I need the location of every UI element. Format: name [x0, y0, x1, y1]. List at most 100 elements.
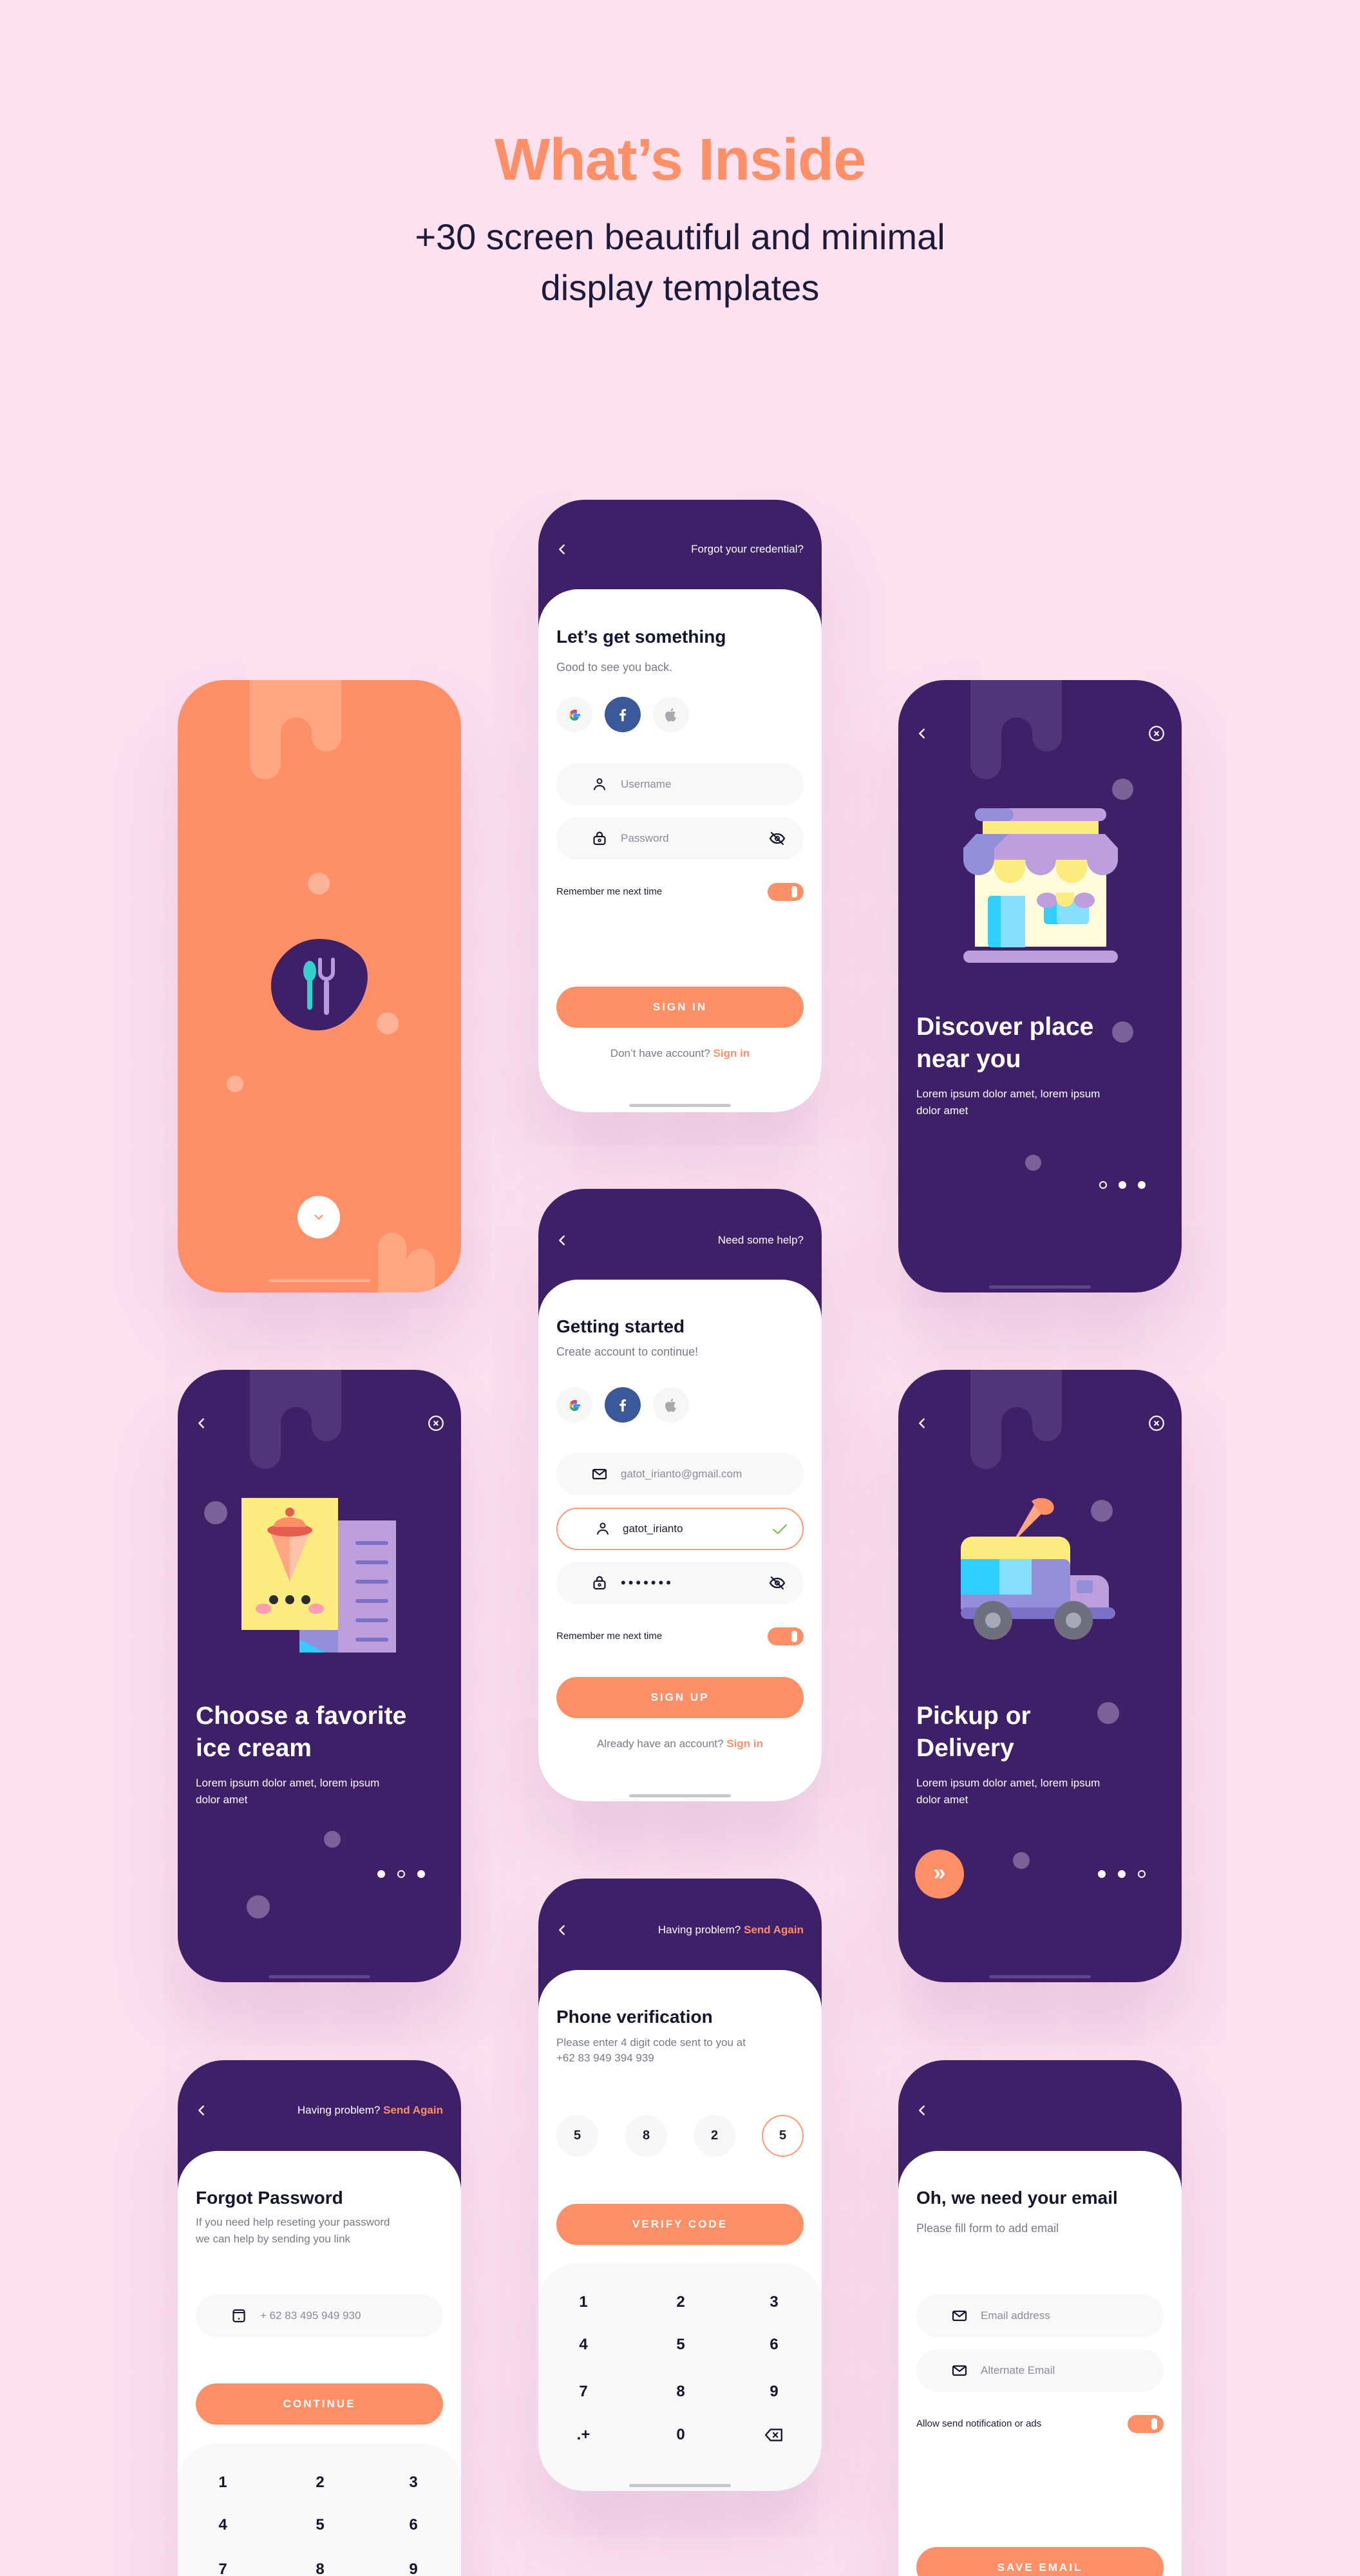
keypad-key[interactable]: 2 — [655, 2289, 706, 2315]
keypad-key[interactable]: 4 — [558, 2332, 609, 2358]
page-dot[interactable] — [1098, 1870, 1106, 1878]
keypad-key[interactable]: 6 — [748, 2332, 800, 2358]
alternate-email-input[interactable] — [981, 2349, 1129, 2392]
keypad-key[interactable]: 9 — [748, 2379, 800, 2405]
back-icon[interactable] — [555, 1233, 569, 1247]
keypad-key[interactable]: 3 — [388, 2470, 439, 2496]
keypad-key[interactable]: 7 — [197, 2557, 249, 2576]
facebook-button[interactable] — [605, 1387, 641, 1423]
forgot-title: Forgot Password — [196, 2188, 343, 2208]
page-dot-active[interactable] — [397, 1870, 405, 1878]
close-icon[interactable] — [1148, 725, 1165, 742]
close-icon[interactable] — [428, 1415, 444, 1432]
back-icon[interactable] — [915, 726, 929, 741]
close-icon[interactable] — [1148, 1415, 1165, 1432]
back-icon[interactable] — [194, 1416, 209, 1430]
remember-toggle[interactable] — [768, 883, 804, 901]
back-icon[interactable] — [555, 542, 569, 556]
allow-notification-label: Allow send notification or ads — [916, 2418, 1042, 2429]
back-icon[interactable] — [915, 2103, 929, 2117]
send-again-link[interactable]: Send Again — [744, 1924, 804, 1936]
remember-toggle[interactable] — [768, 1627, 804, 1645]
forgot-credential-link[interactable]: Forgot your credential? — [691, 542, 804, 556]
eye-off-icon[interactable] — [769, 1575, 786, 1591]
email-title: Oh, we need your email — [916, 2188, 1118, 2208]
keypad-key[interactable]: 7 — [558, 2379, 609, 2405]
code-digit[interactable]: 5 — [556, 2115, 598, 2157]
home-indicator — [269, 1279, 370, 1282]
password-input[interactable] — [621, 817, 769, 860]
keypad-key[interactable]: 8 — [294, 2557, 346, 2576]
password-input[interactable] — [621, 1562, 769, 1604]
keypad-key[interactable]: 4 — [197, 2512, 249, 2538]
onboarding-pickup-screen: Pickup or Delivery Lorem ipsum dolor ame… — [898, 1370, 1182, 1982]
back-icon[interactable] — [194, 2103, 209, 2117]
google-icon — [567, 707, 582, 723]
eye-off-icon[interactable] — [769, 831, 786, 846]
keypad-key[interactable]: 2 — [294, 2470, 346, 2496]
facebook-icon — [614, 1397, 631, 1414]
having-problem-text: Having problem? Send Again — [298, 2103, 443, 2117]
need-help-link[interactable]: Need some help? — [718, 1233, 804, 1247]
keypad-key[interactable]: 3 — [748, 2289, 800, 2315]
mail-icon — [952, 2308, 967, 2324]
verify-code-button[interactable]: VERIFY CODE — [556, 2204, 804, 2245]
email-input[interactable] — [621, 1453, 769, 1495]
splash-screen — [178, 680, 461, 1293]
allow-notification-toggle[interactable] — [1128, 2415, 1164, 2433]
mail-icon — [952, 2363, 967, 2378]
forgot-card: Forgot Password If you need help resetin… — [178, 2151, 461, 2576]
page-dot[interactable] — [377, 1870, 385, 1878]
signin-screen: Forgot your credential? Let’s get someth… — [538, 500, 822, 1112]
home-indicator — [269, 1975, 370, 1978]
decor-dot — [1013, 1852, 1030, 1869]
keypad-key[interactable]: 8 — [655, 2379, 706, 2405]
apple-button[interactable] — [653, 697, 689, 732]
onboarding-title-line1: Discover place — [916, 1013, 1094, 1041]
keypad-key[interactable]: 5 — [294, 2512, 346, 2538]
page-dot[interactable] — [1138, 1181, 1146, 1189]
username-input[interactable] — [621, 763, 769, 806]
page-dot-active[interactable] — [1099, 1181, 1107, 1189]
sign-in-link[interactable]: Sign in — [726, 1738, 763, 1750]
apple-button[interactable] — [653, 1387, 689, 1423]
next-button[interactable]: » — [915, 1850, 964, 1899]
scroll-down-button[interactable] — [298, 1196, 340, 1238]
code-digit[interactable]: 8 — [625, 2115, 667, 2157]
hero-subtitle-line1: +30 screen beautiful and minimal — [415, 216, 945, 257]
having-problem-text: Having problem? Send Again — [658, 1923, 804, 1937]
back-icon[interactable] — [915, 1416, 929, 1430]
verify-card: Phone verification Please enter 4 digit … — [538, 1970, 822, 2491]
keypad-key[interactable]: .+ — [558, 2422, 609, 2448]
page-dot-active[interactable] — [1138, 1870, 1146, 1878]
keypad-key[interactable]: 1 — [197, 2470, 249, 2496]
sign-in-button[interactable]: SIGN IN — [556, 987, 804, 1028]
email-input[interactable] — [981, 2295, 1129, 2337]
continue-button[interactable]: CONTINUE — [196, 2383, 443, 2425]
numeric-keypad: 123456789.+0 — [178, 2443, 461, 2576]
footer-text: Don’t have account? — [610, 1047, 710, 1059]
google-button[interactable] — [556, 697, 592, 732]
keypad-key[interactable]: 9 — [388, 2557, 439, 2576]
username-input[interactable] — [623, 1509, 771, 1549]
phone-input[interactable] — [260, 2295, 408, 2337]
backspace-key[interactable] — [748, 2422, 800, 2448]
back-icon[interactable] — [555, 1923, 569, 1937]
sign-in-link[interactable]: Sign in — [713, 1047, 750, 1059]
save-email-button[interactable]: SAVE EMAIL — [916, 2547, 1164, 2576]
send-again-link[interactable]: Send Again — [383, 2104, 443, 2116]
code-digit[interactable]: 2 — [694, 2115, 735, 2157]
facebook-button[interactable] — [605, 697, 641, 732]
sign-up-button[interactable]: SIGN UP — [556, 1677, 804, 1718]
google-button[interactable] — [556, 1387, 592, 1423]
keypad-key[interactable]: 1 — [558, 2289, 609, 2315]
keypad-key[interactable]: 5 — [655, 2332, 706, 2358]
page-dot[interactable] — [1119, 1181, 1126, 1189]
google-icon — [567, 1397, 582, 1413]
keypad-key[interactable]: 6 — [388, 2512, 439, 2538]
page-dot[interactable] — [417, 1870, 425, 1878]
keypad-key[interactable]: 0 — [655, 2422, 706, 2448]
code-digit-active[interactable]: 5 — [762, 2115, 804, 2157]
page-dot[interactable] — [1118, 1870, 1126, 1878]
email-card: Oh, we need your email Please fill form … — [898, 2151, 1182, 2576]
